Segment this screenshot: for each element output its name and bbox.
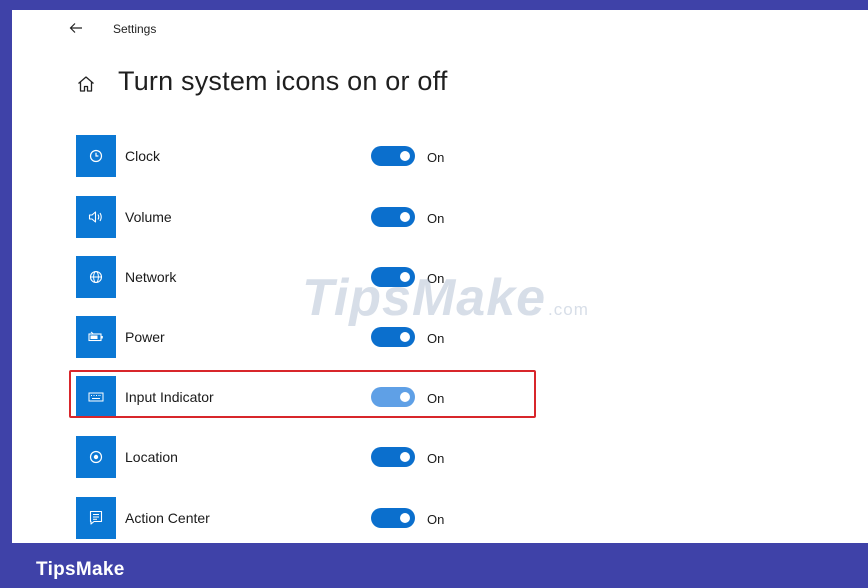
back-arrow-icon[interactable] (68, 20, 84, 36)
page-title: Turn system icons on or off (118, 66, 448, 96)
action-center-icon (76, 497, 116, 539)
window-title: Settings (113, 22, 157, 36)
toggle-state-text: On (427, 150, 445, 165)
toggle-state-text: On (427, 331, 445, 346)
home-icon[interactable] (76, 74, 96, 94)
setting-row-action-center: Action Center On (76, 497, 536, 539)
footer-brand: TipsMake (36, 559, 125, 580)
setting-label: Volume (125, 209, 172, 225)
toggle-knob (400, 332, 410, 342)
setting-row-clock: Clock On (76, 135, 536, 177)
toggle-state-text: On (427, 211, 445, 226)
setting-row-location: Location On (76, 436, 536, 478)
setting-label: Location (125, 449, 178, 465)
toggle-knob (400, 452, 410, 462)
toggle-state-text: On (427, 271, 445, 286)
network-toggle[interactable] (371, 267, 415, 287)
setting-row-network: Network On (76, 256, 536, 298)
watermark-suffix: .com (548, 300, 589, 319)
toggle-knob (400, 513, 410, 523)
clock-toggle[interactable] (371, 146, 415, 166)
toggle-state-text: On (427, 451, 445, 466)
setting-label: Action Center (125, 510, 210, 526)
setting-label: Power (125, 329, 165, 345)
setting-label: Network (125, 269, 177, 285)
volume-toggle[interactable] (371, 207, 415, 227)
network-icon (76, 256, 116, 298)
volume-icon (76, 196, 116, 238)
highlight-box (69, 370, 536, 418)
action-center-toggle[interactable] (371, 508, 415, 528)
toggle-knob (400, 212, 410, 222)
toggle-knob (400, 151, 410, 161)
setting-row-volume: Volume On (76, 196, 536, 238)
power-toggle[interactable] (371, 327, 415, 347)
setting-label: Clock (125, 148, 161, 164)
battery-icon (76, 316, 116, 358)
location-icon (76, 436, 116, 478)
setting-row-power: Power On (76, 316, 536, 358)
toggle-state-text: On (427, 512, 445, 527)
settings-window: Settings Turn system icons on or off Clo… (12, 10, 868, 543)
clock-icon (76, 135, 116, 177)
toggle-knob (400, 272, 410, 282)
location-toggle[interactable] (371, 447, 415, 467)
